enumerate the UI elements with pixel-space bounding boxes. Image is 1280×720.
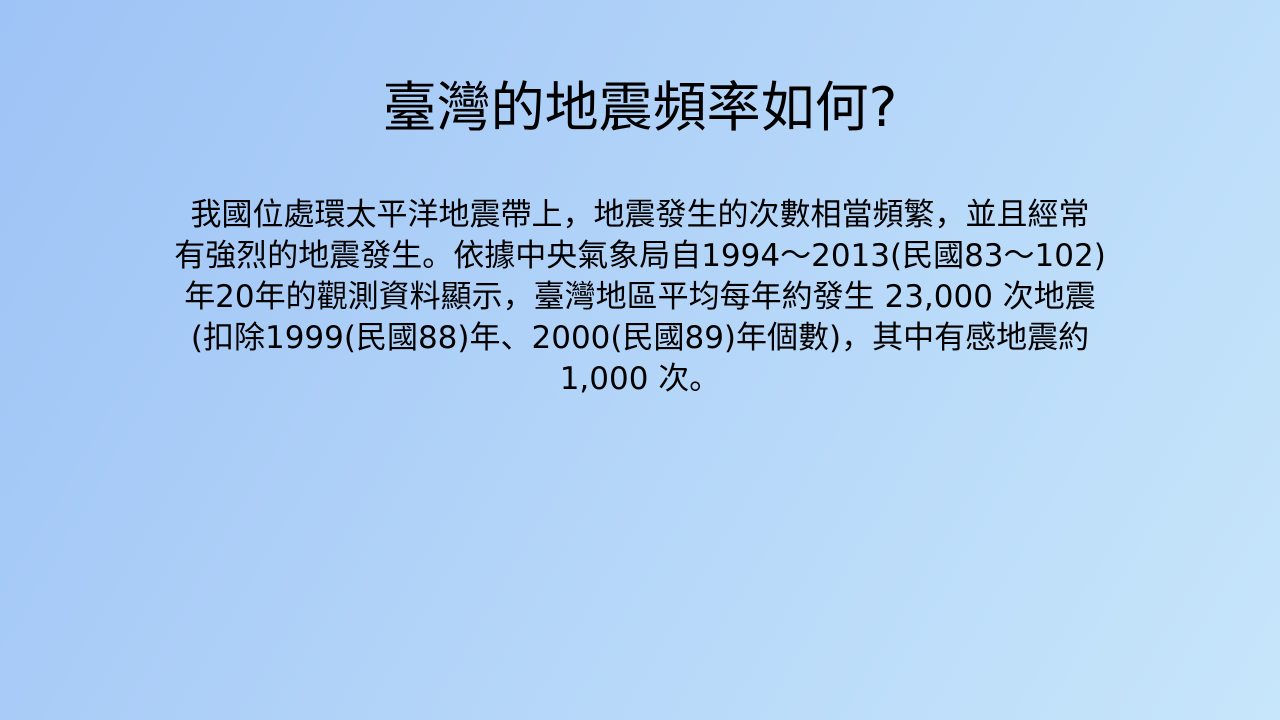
slide: 臺灣的地震頻率如何? 我國位處環太平洋地震帶上，地震發生的次數相當頻繁，並且經常… [0,0,1280,720]
body-line: (扣除1999(民國88)年、2000(民國89)年個數)，其中有感地震約 [190,320,1090,356]
body-line: 年20年的觀測資料顯示，臺灣地區平均每年約發生 23,000 次地震 [184,279,1096,315]
slide-title: 臺灣的地震頻率如何? [382,76,898,139]
body-line: 1,000 次。 [559,361,721,397]
body-line: 我國位處環太平洋地震帶上，地震發生的次數相當頻繁，並且經常 [190,197,1090,233]
slide-body-text: 我國位處環太平洋地震帶上，地震發生的次數相當頻繁，並且經常 有強烈的地震發生。依… [80,195,1200,400]
body-line: 有強烈的地震發生。依據中央氣象局自1994～2013(民國83～102) [174,238,1106,274]
